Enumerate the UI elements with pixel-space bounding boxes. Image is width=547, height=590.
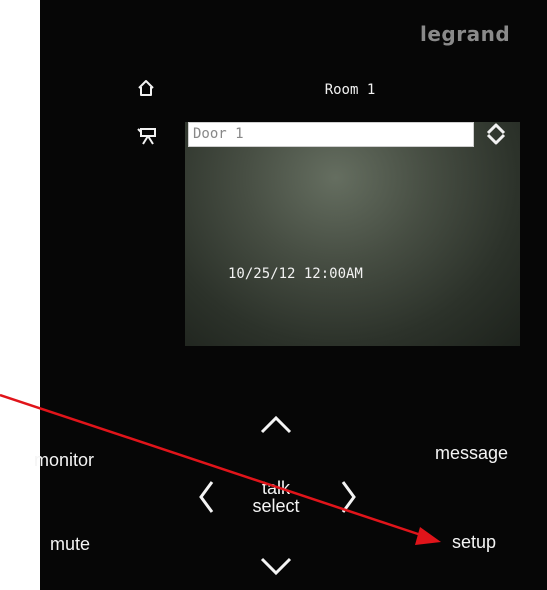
- room-title: Room 1: [324, 82, 376, 98]
- message-button[interactable]: message: [435, 443, 508, 464]
- home-icon[interactable]: [136, 78, 156, 98]
- monitor-button[interactable]: monitor: [34, 450, 94, 471]
- chevron-down-icon[interactable]: [258, 555, 294, 579]
- select-label: select: [252, 496, 300, 516]
- timestamp: 10/25/12 12:00AM: [228, 266, 363, 282]
- mute-button[interactable]: mute: [50, 534, 90, 555]
- chevron-up-icon[interactable]: [258, 412, 294, 436]
- brand-logo: legrand: [420, 22, 511, 46]
- camera-video-feed: [185, 122, 520, 346]
- talk-select-button[interactable]: talk select: [236, 479, 316, 515]
- chevron-right-icon[interactable]: [339, 478, 359, 516]
- chevron-left-icon[interactable]: [196, 478, 216, 516]
- camera-icon: [137, 128, 156, 145]
- updown-icon[interactable]: [484, 122, 508, 146]
- talk-label: talk: [261, 478, 290, 498]
- door-select-field[interactable]: Door 1: [188, 122, 474, 147]
- setup-button[interactable]: setup: [452, 532, 496, 553]
- display-screen: Room 1 Door 1 10/25/12 12:00AM: [130, 70, 520, 346]
